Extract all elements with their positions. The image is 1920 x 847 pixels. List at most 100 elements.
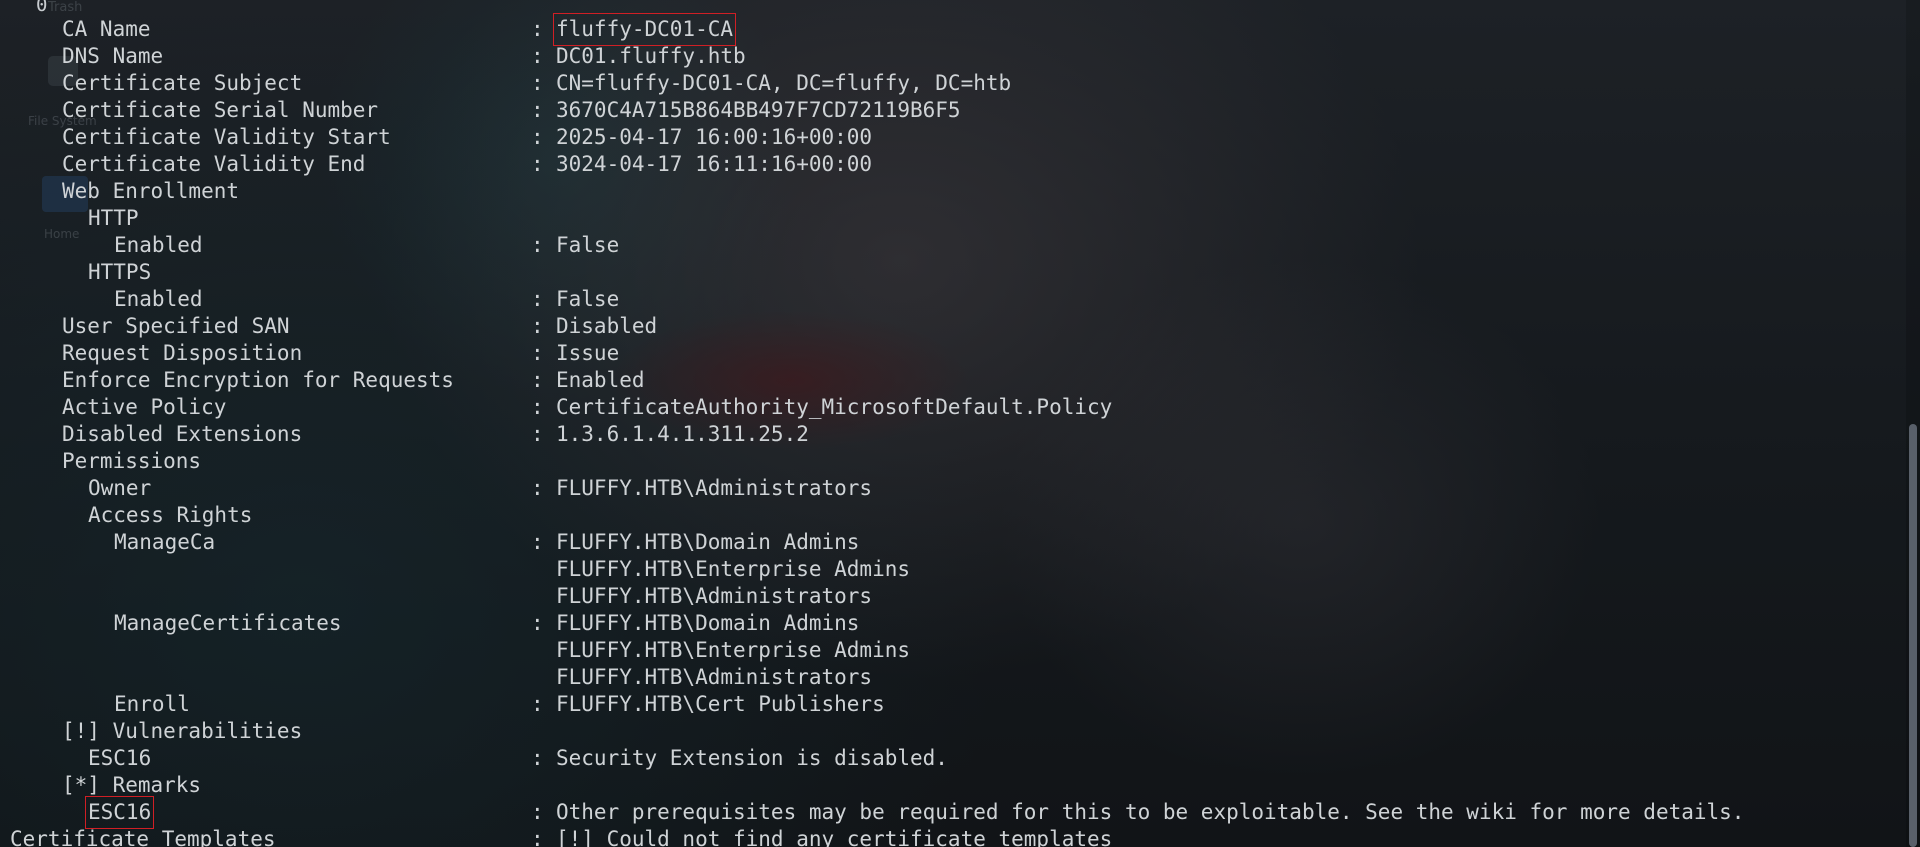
row-value: FLUFFY.HTB\Administrators [556,476,873,500]
row-separator: : [531,44,544,68]
row-value: Security Extension is disabled. [556,746,948,770]
row-separator: : [531,800,544,824]
row-key: Certificate Serial Number [62,98,379,122]
top-cursor: 0 [36,0,48,16]
row-vulnerabilities: [!] Vulnerabilities [0,718,1900,745]
row-key: Owner [88,476,152,500]
row-key: [*] Remarks [62,773,202,797]
row-separator: : [531,611,544,635]
row-disabled-extensions: Disabled Extensions : 1.3.6.1.4.1.311.25… [0,421,1900,448]
row-validity-end: Certificate Validity End : 3024-04-17 16… [0,151,1900,178]
row-separator: : [531,368,544,392]
row-key: Certificate Validity Start [62,125,391,149]
row-key: HTTPS [88,260,152,284]
row-value: [!] Could not find any certificate templ… [556,827,1113,847]
row-access-rights: Access Rights [0,502,1900,529]
row-value: DC01.fluffy.htb [556,44,746,68]
row-value: CertificateAuthority_MicrosoftDefault.Po… [556,395,1113,419]
row-value: Enabled [556,368,645,392]
row-key: Enroll [114,692,190,716]
row-manageca-cont: FLUFFY.HTB\Administrators [0,583,1900,610]
row-manageca-cont: FLUFFY.HTB\Enterprise Admins [0,556,1900,583]
ca-name-value-highlight: fluffy-DC01-CA [552,13,737,46]
row-value: FLUFFY.HTB\Administrators [556,665,873,689]
row-key: Request Disposition [62,341,303,365]
row-value: 2025-04-17 16:00:16+00:00 [556,125,873,149]
row-esc16-vuln: ESC16 : Security Extension is disabled. [0,745,1900,772]
row-separator: : [531,287,544,311]
row-key: ManageCertificates [114,611,342,635]
scrollbar-thumb[interactable] [1909,424,1917,847]
row-separator: : [531,827,544,847]
row-key: [!] Vulnerabilities [62,719,303,743]
row-http: HTTP [0,205,1900,232]
row-value: False [556,233,620,257]
row-key: Access Rights [88,503,253,527]
row-separator: : [531,395,544,419]
row-dns-name: DNS Name : DC01.fluffy.htb [0,43,1900,70]
row-https-enabled: Enabled : False [0,286,1900,313]
row-key: Enabled [114,233,203,257]
row-value: False [556,287,620,311]
row-value: Issue [556,341,620,365]
row-key: Certificate Validity End [62,152,366,176]
row-value: FLUFFY.HTB\Cert Publishers [556,692,885,716]
row-certificate-subject: Certificate Subject : CN=fluffy-DC01-CA,… [0,70,1900,97]
row-enforce-encryption: Enforce Encryption for Requests : Enable… [0,367,1900,394]
row-key: Enabled [114,287,203,311]
row-separator: : [531,17,544,41]
terminal-output[interactable]: 0 CA Name : fluffy-DC01-CA DNS Name : DC… [0,0,1900,847]
row-managecertificates: ManageCertificates : FLUFFY.HTB\Domain A… [0,610,1900,637]
esc16-remark-highlight: ESC16 [84,796,155,829]
row-request-disposition: Request Disposition : Issue [0,340,1900,367]
row-separator: : [531,422,544,446]
row-esc16-remark: ESC16 : Other prerequisites may be requi… [0,796,1900,829]
row-key: Certificate Templates [10,827,276,847]
row-value: CN=fluffy-DC01-CA, DC=fluffy, DC=htb [556,71,1012,95]
row-separator: : [531,314,544,338]
row-web-enrollment: Web Enrollment [0,178,1900,205]
row-separator: : [531,125,544,149]
row-value: Disabled [556,314,658,338]
row-value: FLUFFY.HTB\Enterprise Admins [556,557,911,581]
row-active-policy: Active Policy : CertificateAuthority_Mic… [0,394,1900,421]
row-separator: : [531,98,544,122]
row-ca-name: CA Name : fluffy-DC01-CA [0,13,1900,46]
row-key: User Specified SAN [62,314,290,338]
row-managecertificates-cont: FLUFFY.HTB\Enterprise Admins [0,637,1900,664]
row-value: Other prerequisites may be required for … [556,800,1745,824]
row-key: Web Enrollment [62,179,240,203]
row-value: FLUFFY.HTB\Domain Admins [556,530,860,554]
row-separator: : [531,476,544,500]
row-key: Active Policy [62,395,227,419]
row-remarks: [*] Remarks [0,772,1900,799]
row-enroll: Enroll : FLUFFY.HTB\Cert Publishers [0,691,1900,718]
row-http-enabled: Enabled : False [0,232,1900,259]
row-value: 1.3.6.1.4.1.311.25.2 [556,422,809,446]
row-separator: : [531,71,544,95]
row-separator: : [531,341,544,365]
row-value: 3024-04-17 16:11:16+00:00 [556,152,873,176]
row-validity-start: Certificate Validity Start : 2025-04-17 … [0,124,1900,151]
row-key: Permissions [62,449,202,473]
row-serial-number: Certificate Serial Number : 3670C4A715B8… [0,97,1900,124]
row-permissions: Permissions [0,448,1900,475]
row-separator: : [531,746,544,770]
row-key: CA Name [62,17,151,41]
row-key: Certificate Subject [62,71,303,95]
row-separator: : [531,233,544,257]
row-owner: Owner : FLUFFY.HTB\Administrators [0,475,1900,502]
scrollbar-track[interactable] [1906,0,1920,847]
row-user-specified-san: User Specified SAN : Disabled [0,313,1900,340]
row-managecertificates-cont: FLUFFY.HTB\Administrators [0,664,1900,691]
row-value: 3670C4A715B864BB497F7CD72119B6F5 [556,98,961,122]
row-value: FLUFFY.HTB\Enterprise Admins [556,638,911,662]
row-certificate-templates: Certificate Templates : [!] Could not fi… [0,826,1900,847]
row-value: FLUFFY.HTB\Domain Admins [556,611,860,635]
row-key: ESC16 [88,746,152,770]
row-separator: : [531,530,544,554]
row-value: FLUFFY.HTB\Administrators [556,584,873,608]
row-manageca: ManageCa : FLUFFY.HTB\Domain Admins [0,529,1900,556]
row-key: Disabled Extensions [62,422,303,446]
row-key: DNS Name [62,44,164,68]
